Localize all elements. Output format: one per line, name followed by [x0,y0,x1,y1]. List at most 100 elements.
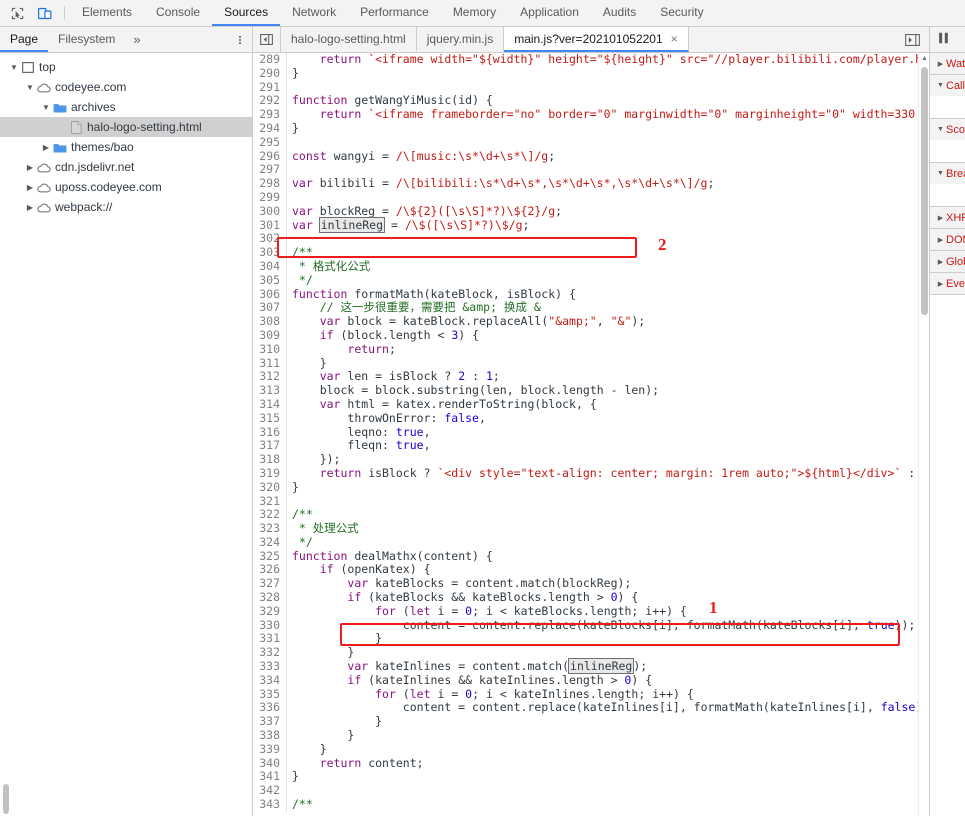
line-number[interactable]: 320 [253,480,287,495]
tree-item-halo-logo-setting-html[interactable]: halo-logo-setting.html [0,117,252,137]
chevron-right-icon[interactable]: ▶ [24,203,36,212]
chevron-right-icon[interactable]: ▶ [935,236,946,244]
line-number[interactable]: 291 [253,80,287,95]
line-number[interactable]: 307 [253,301,287,316]
tree-item-themes-bao[interactable]: ▶ themes/bao [0,137,252,157]
debugger-section-header[interactable]: ▼Call Stack [930,75,965,96]
tab-network[interactable]: Network [280,0,348,26]
tab-application[interactable]: Application [508,0,591,26]
chevron-down-icon[interactable]: ▼ [8,63,20,72]
line-number[interactable]: 302 [253,232,287,247]
debugger-section-header[interactable]: ▶XHR/fetch Breakpoints [930,207,965,228]
line-number[interactable]: 325 [253,549,287,564]
tree-item-archives[interactable]: ▼ archives [0,97,252,117]
line-number[interactable]: 310 [253,342,287,357]
line-number[interactable]: 331 [253,632,287,647]
debugger-section-header[interactable]: ▶Event Listener Breakpoints [930,273,965,294]
line-number[interactable]: 303 [253,245,287,260]
device-toolbar-icon[interactable] [31,0,59,26]
line-number[interactable]: 338 [253,728,287,743]
tree-item-codeyee-com[interactable]: ▼ codeyee.com [0,77,252,97]
tab-audits[interactable]: Audits [591,0,648,26]
scroll-up-arrow-icon[interactable]: ▲ [920,54,929,63]
chevron-down-icon[interactable]: ▼ [40,103,52,112]
line-number[interactable]: 313 [253,383,287,398]
debugger-section-header[interactable]: ▼Breakpoints [930,163,965,184]
debugger-section-header[interactable]: ▶DOM Breakpoints [930,229,965,250]
line-number[interactable]: 326 [253,563,287,578]
tab-sources[interactable]: Sources [212,0,281,26]
tree-item-uposs-codeyee-com[interactable]: ▶ uposs.codeyee.com [0,177,252,197]
line-number[interactable]: 321 [253,494,287,509]
line-number[interactable]: 339 [253,742,287,757]
line-number[interactable]: 324 [253,535,287,550]
line-number[interactable]: 293 [253,107,287,122]
line-number[interactable]: 327 [253,576,287,592]
close-icon[interactable]: × [671,33,678,45]
tab-performance[interactable]: Performance [348,0,441,26]
line-number[interactable]: 340 [253,756,287,771]
line-number[interactable]: 341 [253,770,287,785]
line-number[interactable]: 290 [253,66,287,81]
show-navigator-icon[interactable] [253,27,281,52]
line-number[interactable]: 334 [253,673,287,688]
code-scrollbar-thumb[interactable] [921,67,928,315]
navigator-more-tabs-icon[interactable]: » [125,27,148,52]
line-number[interactable]: 312 [253,370,287,385]
line-number[interactable]: 315 [253,411,287,426]
navigator-tab-filesystem[interactable]: Filesystem [48,27,125,52]
tree-item-top[interactable]: ▼ top [0,57,252,77]
chevron-down-icon[interactable]: ▼ [935,82,946,89]
line-number[interactable]: 300 [253,204,287,219]
file-tab-halo-logo-setting[interactable]: halo-logo-setting.html [281,27,417,52]
file-tab-jquery[interactable]: jquery.min.js [417,27,505,52]
tree-item-webpack[interactable]: ▶ webpack:// [0,197,252,217]
chevron-right-icon[interactable]: ▶ [935,60,946,68]
line-number[interactable]: 305 [253,273,287,288]
chevron-down-icon[interactable]: ▼ [24,83,36,92]
debugger-section-header[interactable]: ▼Scope [930,119,965,140]
popout-debugger-icon[interactable] [899,31,925,49]
more-options-icon[interactable] [228,27,252,52]
debugger-section-header[interactable]: ▶Watch [930,53,965,74]
line-number[interactable]: 316 [253,425,287,440]
line-number[interactable]: 337 [253,714,287,730]
tab-memory[interactable]: Memory [441,0,508,26]
line-number[interactable]: 314 [253,397,287,412]
line-number[interactable]: 322 [253,507,287,523]
tab-security[interactable]: Security [648,0,715,26]
line-number[interactable]: 306 [253,287,287,302]
line-number[interactable]: 304 [253,259,287,274]
line-number[interactable]: 301 [253,218,287,233]
chevron-right-icon[interactable]: ▶ [935,280,946,288]
line-number[interactable]: 298 [253,176,287,191]
line-number[interactable]: 329 [253,604,287,619]
line-number[interactable]: 333 [253,659,287,674]
line-number[interactable]: 342 [253,783,287,799]
line-number[interactable]: 295 [253,135,287,150]
chevron-right-icon[interactable]: ▶ [24,183,36,192]
line-number[interactable]: 323 [253,521,287,536]
line-number[interactable]: 308 [253,314,287,329]
line-number[interactable]: 330 [253,618,287,633]
code-viewer[interactable]: 289 return `<iframe width="${width}" hei… [253,53,929,816]
line-number[interactable]: 297 [253,163,287,178]
navigator-scrollbar-thumb[interactable] [3,784,9,814]
inspect-element-icon[interactable] [3,0,31,26]
line-number[interactable]: 289 [253,53,287,67]
line-number[interactable]: 309 [253,328,287,343]
pause-script-icon[interactable] [938,32,949,47]
line-number[interactable]: 292 [253,94,287,109]
line-number[interactable]: 319 [253,466,287,481]
line-number[interactable]: 296 [253,149,287,164]
chevron-down-icon[interactable]: ▼ [935,170,946,177]
line-number[interactable]: 328 [253,590,287,605]
line-number[interactable]: 336 [253,701,287,716]
chevron-right-icon[interactable]: ▶ [40,143,52,152]
debugger-section-header[interactable]: ▶Global Listeners [930,251,965,272]
chevron-right-icon[interactable]: ▶ [935,214,946,222]
line-number[interactable]: 318 [253,452,287,467]
tab-console[interactable]: Console [144,0,212,26]
tab-elements[interactable]: Elements [70,0,144,26]
line-number[interactable]: 343 [253,797,287,812]
